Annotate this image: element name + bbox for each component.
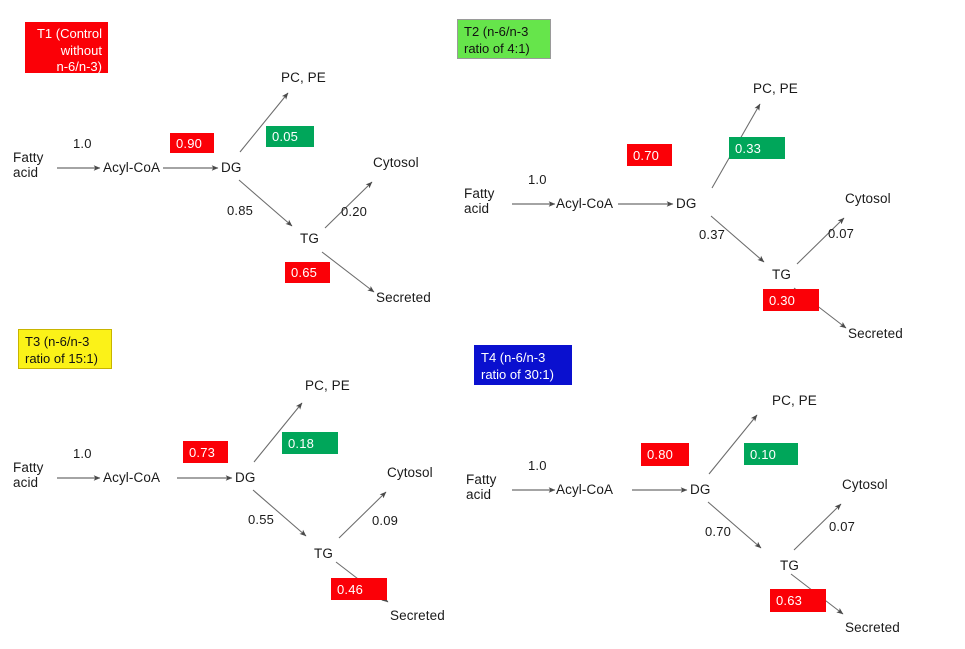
node-secreted-t3: Secreted [390, 608, 445, 623]
node-fatty-acid-t2: Fatty acid [464, 186, 495, 216]
flux-tg-cytosol-t3: 0.09 [372, 513, 399, 528]
panel-title-t1: T1 (Control without n-6/n-3) [25, 22, 108, 74]
flux-dg-tg-t4: 0.70 [705, 524, 732, 539]
node-secreted-t4: Secreted [845, 620, 900, 635]
node-pc-pe-t3: PC, PE [305, 378, 350, 393]
diagram-canvas: T1 (Control without n-6/n-3) Fatty acid … [0, 0, 965, 649]
panel-title-t2: T2 (n-6/n-3 ratio of 4:1) [457, 19, 551, 59]
flux-tg-cytosol-t1: 0.20 [341, 204, 368, 219]
flux-tg-cytosol-t2: 0.07 [828, 226, 855, 241]
node-tg-t1: TG [300, 231, 319, 246]
flux-fattyacid-acylcoa-t4: 1.0 [528, 458, 547, 473]
node-fatty-acid-t1: Fatty acid [13, 150, 44, 180]
node-fatty-acid-t4: Fatty acid [466, 472, 497, 502]
node-dg-t1: DG [221, 160, 242, 175]
flux-dg-tg-t1: 0.85 [227, 203, 254, 218]
node-cytosol-t2: Cytosol [845, 191, 891, 206]
flux-dg-tg-t3: 0.55 [248, 512, 275, 527]
node-acyl-coa-t2: Acyl-CoA [556, 196, 614, 211]
panel-title-t3: T3 (n-6/n-3 ratio of 15:1) [18, 329, 112, 369]
flux-dg-tg-t2: 0.37 [699, 227, 726, 242]
flux-chip-acylcoa-dg-t1: 0.90 [170, 133, 214, 153]
node-acyl-coa-t1: Acyl-CoA [103, 160, 161, 175]
flux-chip-dg-pcpe-t4: 0.10 [744, 443, 798, 465]
node-cytosol-t3: Cytosol [387, 465, 433, 480]
node-cytosol-t4: Cytosol [842, 477, 888, 492]
flux-chip-acylcoa-dg-t2: 0.70 [627, 144, 672, 166]
node-dg-t3: DG [235, 470, 256, 485]
node-acyl-coa-t3: Acyl-CoA [103, 470, 161, 485]
flux-chip-tg-secreted-t1: 0.65 [285, 262, 330, 283]
node-fatty-acid-t3: Fatty acid [13, 460, 44, 490]
node-tg-t2: TG [772, 267, 791, 282]
panel-t3-arrows [57, 402, 389, 603]
node-acyl-coa-t4: Acyl-CoA [556, 482, 614, 497]
node-tg-t3: TG [314, 546, 333, 561]
flux-fattyacid-acylcoa-t2: 1.0 [528, 172, 547, 187]
flux-tg-cytosol-t4: 0.07 [829, 519, 856, 534]
node-pc-pe-t1: PC, PE [281, 70, 326, 85]
node-cytosol-t1: Cytosol [373, 155, 419, 170]
flux-fattyacid-acylcoa-t3: 1.0 [73, 446, 92, 461]
flux-chip-dg-pcpe-t1: 0.05 [266, 126, 314, 147]
panel-title-t4: T4 (n-6/n-3 ratio of 30:1) [474, 345, 572, 385]
flux-chip-dg-pcpe-t2: 0.33 [729, 137, 785, 159]
node-dg-t4: DG [690, 482, 711, 497]
node-dg-t2: DG [676, 196, 697, 211]
node-secreted-t1: Secreted [376, 290, 431, 305]
flux-fattyacid-acylcoa-t1: 1.0 [73, 136, 92, 151]
node-pc-pe-t4: PC, PE [772, 393, 817, 408]
flux-chip-tg-secreted-t2: 0.30 [763, 289, 819, 311]
flux-chip-dg-pcpe-t3: 0.18 [282, 432, 338, 454]
node-secreted-t2: Secreted [848, 326, 903, 341]
flux-chip-tg-secreted-t4: 0.63 [770, 589, 826, 612]
node-tg-t4: TG [780, 558, 799, 573]
node-pc-pe-t2: PC, PE [753, 81, 798, 96]
flux-chip-acylcoa-dg-t4: 0.80 [641, 443, 689, 466]
arrow-layer [57, 92, 847, 615]
flux-chip-acylcoa-dg-t3: 0.73 [183, 441, 228, 463]
flux-chip-tg-secreted-t3: 0.46 [331, 578, 387, 600]
